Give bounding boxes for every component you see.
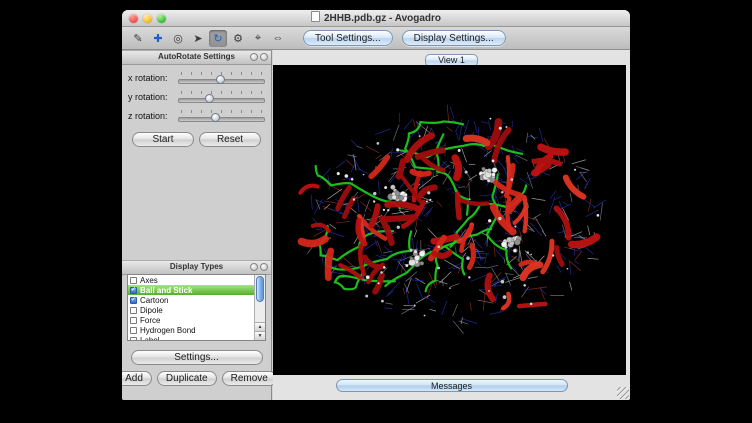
reset-button[interactable]: Reset [199, 132, 261, 147]
autorotate-panel-float-button[interactable] [250, 53, 258, 61]
align-tool-icon[interactable]: ⇔ [269, 30, 287, 47]
messages-button[interactable]: Messages [336, 379, 568, 392]
display-types-panel-float-button[interactable] [250, 263, 258, 271]
display-type-label: Hydrogen Bond [140, 326, 196, 335]
y-rotation-slider[interactable] [178, 90, 265, 104]
z-rotation-row: z rotation: [122, 106, 271, 125]
display-type-checkbox[interactable] [130, 307, 137, 314]
display-type-checkbox[interactable] [130, 337, 137, 342]
slider-ticks [181, 91, 262, 94]
display-type-settings-row: Settings... [122, 350, 271, 365]
display-type-label: Force [140, 316, 160, 325]
x-rotation-label: x rotation: [128, 73, 178, 83]
messages-strip: Messages [273, 375, 630, 395]
display-type-row[interactable]: Axes [128, 275, 254, 285]
slider-knob[interactable] [211, 113, 220, 122]
window-title-text: 2HHB.pdb.gz - Avogadro [324, 13, 441, 24]
display-types-panel-close-button[interactable] [260, 263, 268, 271]
auto-optimize-tool-icon[interactable]: ⚙ [229, 30, 247, 47]
display-type-settings-button[interactable]: Settings... [131, 350, 263, 365]
avogadro-window: 2HHB.pdb.gz - Avogadro ✎✚◎➤↻⚙⌖⇔ Tool Set… [122, 10, 630, 400]
scroll-up-icon[interactable]: ▲ [255, 322, 265, 331]
slider-knob[interactable] [205, 94, 214, 103]
remove-display-type-button[interactable]: Remove [222, 371, 277, 386]
view-area: View 1 Messages [273, 50, 630, 400]
slider-ticks [181, 110, 262, 113]
display-settings-button[interactable]: Display Settings... [402, 30, 506, 46]
autorotate-panel-title: AutoRotate Settings [158, 52, 235, 61]
display-type-row[interactable]: ✓Ball and Stick [128, 285, 254, 295]
display-type-checkbox[interactable]: ✓ [130, 297, 137, 304]
z-rotation-slider[interactable] [178, 109, 265, 123]
slider-ticks [181, 72, 262, 75]
window-titlebar[interactable]: 2HHB.pdb.gz - Avogadro [122, 10, 630, 27]
display-type-row[interactable]: Force [128, 315, 254, 325]
add-display-type-button[interactable]: Add [122, 371, 152, 386]
y-rotation-label: y rotation: [128, 92, 178, 102]
rotation-sliders: x rotation: y rotation: z rotation: [122, 68, 271, 125]
list-scrollbar[interactable]: ▲▼ [254, 275, 265, 340]
display-type-actions: Add Duplicate Remove [122, 371, 271, 386]
window-title: 2HHB.pdb.gz - Avogadro [122, 11, 630, 26]
z-rotation-label: z rotation: [128, 111, 178, 121]
scrollbar-thumb[interactable] [256, 276, 264, 302]
auto-rotate-tool-icon[interactable]: ↻ [209, 30, 227, 47]
slider-knob[interactable] [216, 75, 225, 84]
display-type-label: Cartoon [140, 296, 168, 305]
display-type-label: Ball and Stick [140, 286, 192, 295]
desktop-background: 2HHB.pdb.gz - Avogadro ✎✚◎➤↻⚙⌖⇔ Tool Set… [0, 0, 752, 423]
resize-grip[interactable] [617, 387, 629, 399]
display-type-row[interactable]: Label [128, 335, 254, 341]
sidebar: AutoRotate Settings x rotation: y rotatio… [122, 50, 272, 400]
start-button[interactable]: Start [132, 132, 194, 147]
duplicate-display-type-button[interactable]: Duplicate [157, 371, 217, 386]
display-type-label: Label [140, 336, 160, 342]
slider-track[interactable] [178, 98, 265, 103]
gl-viewport [273, 65, 626, 375]
measure-tool-icon[interactable]: ⌖ [249, 30, 267, 47]
display-type-label: Axes [140, 276, 158, 285]
document-icon [311, 11, 320, 22]
view-tab-strip: View 1 [273, 50, 630, 65]
display-type-checkbox[interactable] [130, 317, 137, 324]
molecule-render[interactable] [273, 65, 626, 375]
display-types-panel-title: Display Types [170, 262, 223, 271]
display-type-row[interactable]: Hydrogen Bond [128, 325, 254, 335]
display-type-checkbox[interactable]: ✓ [130, 287, 137, 294]
display-types-panel-header: Display Types [122, 260, 271, 275]
autorotate-panel-header: AutoRotate Settings [122, 50, 271, 65]
slider-track[interactable] [178, 117, 265, 122]
x-rotation-row: x rotation: [122, 68, 271, 87]
autorotate-buttons: Start Reset [122, 132, 271, 147]
scroll-down-icon[interactable]: ▼ [255, 331, 265, 340]
display-type-checkbox[interactable] [130, 277, 137, 284]
display-type-label: Dipole [140, 306, 163, 315]
tool-settings-button[interactable]: Tool Settings... [303, 30, 393, 46]
bond-centric-tool-icon[interactable]: ◎ [169, 30, 187, 47]
navigate-tool-icon[interactable]: ✚ [149, 30, 167, 47]
selection-tool-icon[interactable]: ➤ [189, 30, 207, 47]
autorotate-panel-buttons [250, 53, 268, 61]
tool-icon-group: ✎✚◎➤↻⚙⌖⇔ [129, 30, 287, 47]
display-type-row[interactable]: ✓Cartoon [128, 295, 254, 305]
display-types-list: Axes✓Ball and Stick✓CartoonDipoleForceHy… [127, 274, 266, 341]
autorotate-panel-close-button[interactable] [260, 53, 268, 61]
main-toolbar: ✎✚◎➤↻⚙⌖⇔ Tool Settings... Display Settin… [122, 27, 630, 50]
x-rotation-slider[interactable] [178, 71, 265, 85]
y-rotation-row: y rotation: [122, 87, 271, 106]
draw-tool-icon[interactable]: ✎ [129, 30, 147, 47]
display-type-checkbox[interactable] [130, 327, 137, 334]
display-types-panel-buttons [250, 263, 268, 271]
display-type-row[interactable]: Dipole [128, 305, 254, 315]
